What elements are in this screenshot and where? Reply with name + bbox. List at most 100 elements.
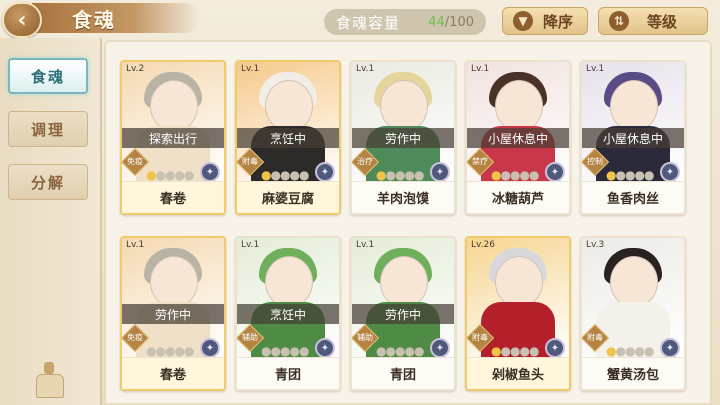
role-label: 辅助 [242,333,258,342]
star-icon: ● [615,168,626,182]
star-icon: ● [289,344,300,358]
star-icon: ● [519,168,530,182]
status-banner: 烹饪中 [237,304,339,324]
star-icon: ● [183,168,195,182]
tab-decompose[interactable]: 分解 [8,164,88,200]
star-icon: ● [183,344,195,358]
level-label: Lv.1 [126,240,145,250]
element-icon: ✦ [660,162,680,182]
level-label: Lv.1 [241,64,260,74]
portrait-face [380,256,428,308]
element-icon: ✦ [315,338,335,358]
star-icon: ● [174,344,185,358]
tab-label: 食魂 [30,67,65,86]
card-name: 羊肉泡馍 [352,181,454,213]
sort-order-label: 降序 [543,12,574,31]
level-label: Lv.1 [586,64,605,74]
portrait-face [265,256,313,308]
level-label: Lv.1 [356,64,375,74]
star-icon: ● [643,344,655,358]
capacity-label: 食魂容量 [336,13,401,32]
star-icon: ● [500,168,511,182]
food-soul-card[interactable]: Lv.2 探索出行 免疫 ●●●●● ✦ 春卷 [120,60,226,215]
star-icon: ● [270,168,281,182]
food-soul-card[interactable]: Lv.1 烹饪中 附毒 ●●●●● ✦ 麻婆豆腐 [235,60,341,215]
sort-order-button[interactable]: ▼ 降序 [502,7,588,35]
star-icon: ● [615,344,626,358]
card-name: 蟹黄汤包 [582,357,684,389]
role-label: 控制 [587,157,603,166]
food-soul-card[interactable]: Lv.1 小屋休息中 控制 ●●●●● ✦ 鱼香肉丝 [580,60,686,215]
star-rating: ●●●●● [491,168,539,182]
status-banner: 劳作中 [352,304,454,324]
level-label: Lv.1 [356,240,375,250]
star-icon: ● [413,344,425,358]
star-rating: ●●●●● [606,168,655,182]
sort-field-button[interactable]: ⇅ 等级 [598,7,708,35]
role-label: 附毒 [472,333,488,342]
level-label: Lv.1 [471,64,490,74]
card-name: 青团 [237,357,339,389]
level-label: Lv.3 [586,240,605,250]
element-icon: ✦ [545,162,565,182]
title-plate [32,3,200,33]
capacity-current: 44 [428,14,445,30]
element-icon: ✦ [200,338,220,358]
star-icon: ● [155,168,166,182]
role-label: 免疫 [127,157,143,166]
capacity-max: /100 [444,14,474,30]
star-rating: ●●●●● [146,168,195,182]
status-banner: 小屋休息中 [582,128,684,148]
top-bar: ‹ 食魂 食魂容量 44 /100 ▼ 降序 ⇅ 等级 [0,0,720,40]
level-label: Lv.26 [471,240,495,250]
star-rating: ●●●●● [491,344,539,358]
card-name: 春卷 [122,181,224,213]
food-soul-card[interactable]: Lv.1 劳作中 辅助 ●●●●● ✦ 青团 [350,236,456,391]
element-icon: ✦ [315,162,335,182]
hanging-bell-ornament [32,362,66,402]
tab-label: 分解 [30,173,65,192]
element-icon: ✦ [545,338,565,358]
role-label: 治疗 [357,157,373,166]
tab-label: 调理 [30,120,65,139]
star-icon: ● [385,344,396,358]
card-name: 剁椒鱼头 [467,357,569,389]
food-soul-card[interactable]: Lv.1 劳作中 治疗 ●●●●● ✦ 羊肉泡馍 [350,60,456,215]
portrait-face [495,256,543,308]
food-soul-grid: Lv.2 探索出行 免疫 ●●●●● ✦ 春卷 Lv.1 烹饪中 附毒 ●●●●● ✦ 麻婆豆腐 Lv.… [104,40,712,405]
chevron-down-icon: ▼ [513,11,533,31]
star-rating: ●●●●● [146,344,195,358]
star-icon: ● [643,168,655,182]
star-rating: ●●●●● [376,344,425,358]
food-soul-card[interactable]: Lv.1 劳作中 免疫 ●●●●● ✦ 春卷 [120,236,226,391]
food-soul-card[interactable]: Lv.26 附毒 ●●●●● ✦ 剁椒鱼头 [465,236,571,391]
star-icon: ● [519,344,530,358]
star-icon: ● [634,168,645,182]
status-banner: 劳作中 [122,304,224,324]
star-rating: ●●●●● [606,344,655,358]
star-icon: ● [404,344,415,358]
level-label: Lv.1 [241,240,260,250]
star-icon: ● [385,168,396,182]
page-title: 食魂 [72,8,116,32]
element-icon: ✦ [660,338,680,358]
star-icon: ● [298,344,310,358]
card-name: 春卷 [122,357,224,389]
food-soul-card[interactable]: Lv.1 小屋休息中 禁疗 ●●●●● ✦ 冰糖葫芦 [465,60,571,215]
star-icon: ● [404,168,415,182]
sort-field-label: 等级 [647,12,678,31]
food-soul-card[interactable]: Lv.1 烹饪中 辅助 ●●●●● ✦ 青团 [235,236,341,391]
sort-arrows-icon: ⇅ [609,11,629,31]
tab-food-souls[interactable]: 食魂 [8,58,88,94]
star-rating: ●●●●● [376,168,424,182]
star-icon: ● [298,168,310,182]
card-name: 冰糖葫芦 [467,181,569,213]
star-icon: ● [634,344,645,358]
element-icon: ✦ [430,162,450,182]
role-label: 禁疗 [472,157,488,166]
role-label: 辅助 [357,333,373,342]
tab-cultivate[interactable]: 调理 [8,111,88,147]
food-soul-card[interactable]: Lv.3 附毒 ●●●●● ✦ 蟹黄汤包 [580,236,686,391]
portrait-face [610,80,658,132]
back-arrow-icon[interactable]: ‹ [2,2,42,38]
